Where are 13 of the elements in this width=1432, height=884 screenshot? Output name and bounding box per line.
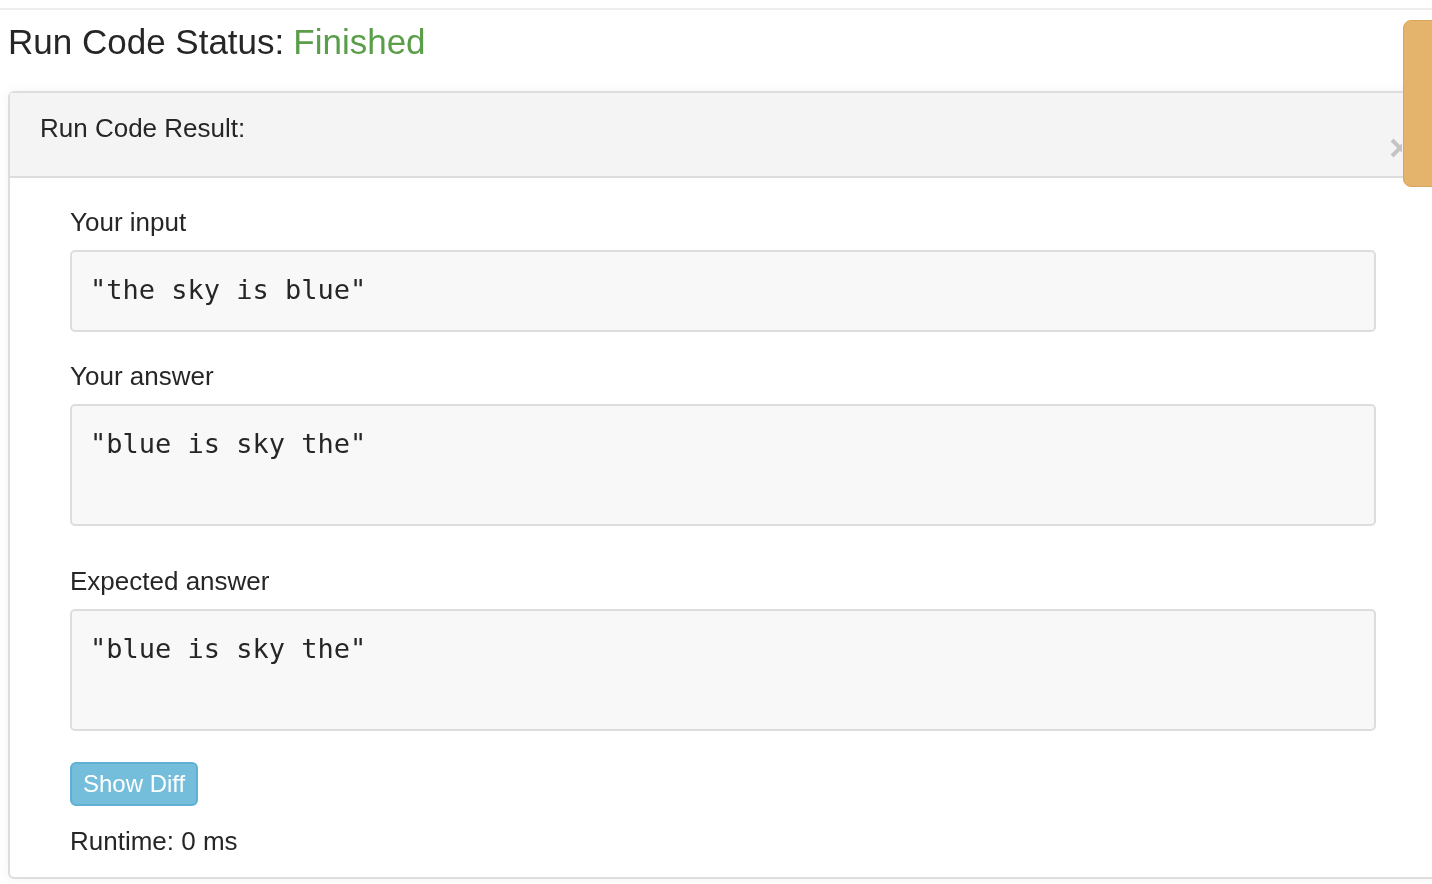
- status-label: Run Code Status:: [8, 21, 285, 63]
- status-value: Finished: [293, 21, 426, 63]
- panel-title: Run Code Result:: [40, 113, 246, 143]
- section-label: Expected answer: [70, 565, 270, 597]
- code-output-box: "blue is sky the": [70, 609, 1376, 731]
- runtime-text: Runtime: 0 ms: [70, 826, 238, 857]
- section-label: Your input: [70, 206, 187, 238]
- close-icon[interactable]: [1390, 137, 1402, 159]
- code-output-box: "the sky is blue": [70, 250, 1376, 332]
- section-label: Your answer: [70, 360, 214, 392]
- show-diff-button[interactable]: Show Diff: [70, 762, 199, 806]
- code-output-box: "blue is sky the": [70, 404, 1376, 526]
- side-tab[interactable]: [1403, 20, 1432, 187]
